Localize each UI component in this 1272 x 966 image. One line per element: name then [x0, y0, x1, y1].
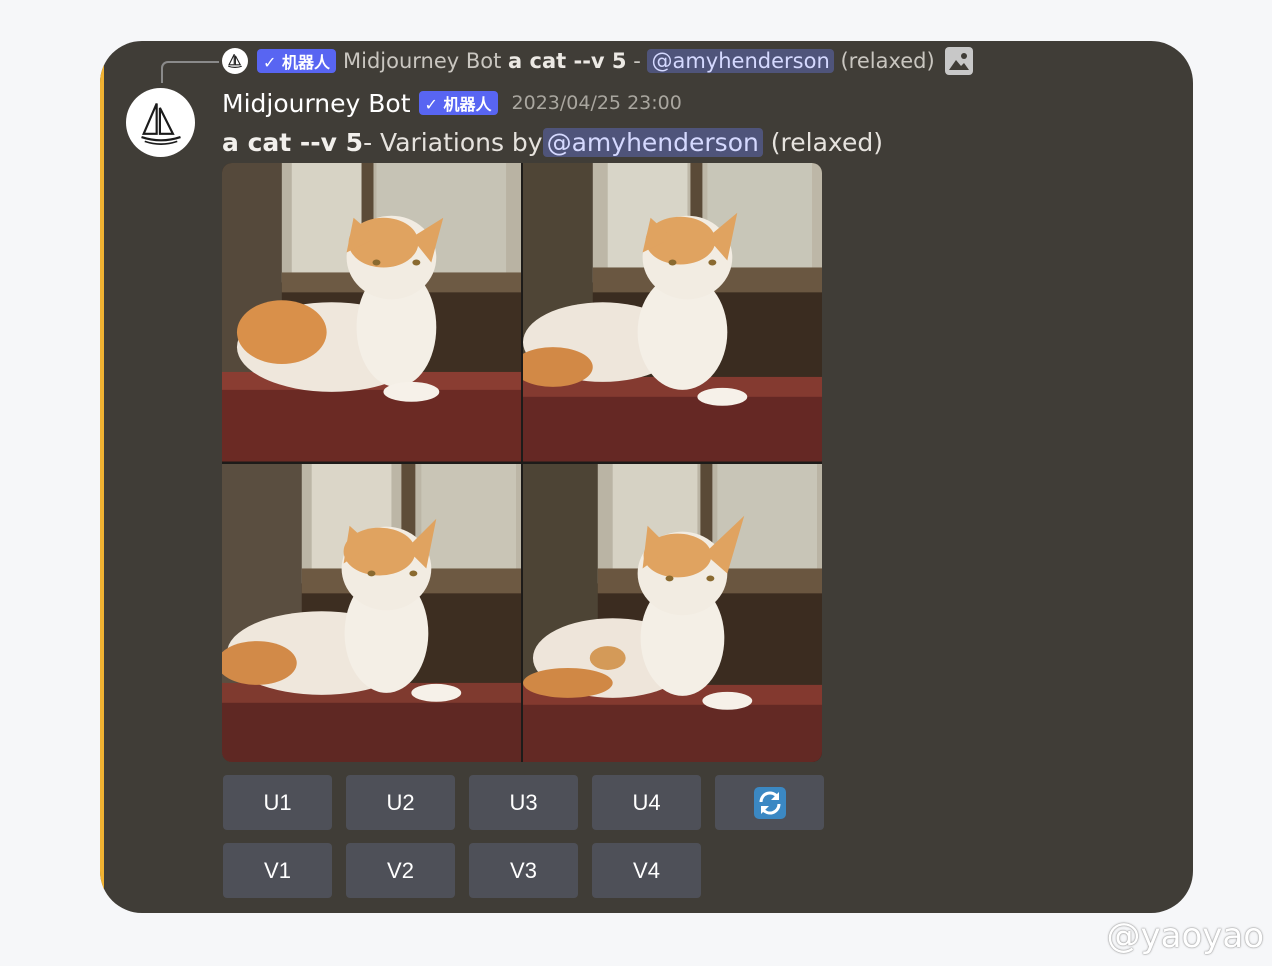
reply-mention[interactable]: @amyhenderson [647, 49, 834, 73]
image-grid[interactable] [222, 163, 822, 762]
variation-button-2[interactable]: V2 [346, 843, 455, 898]
upscale-button-4[interactable]: U4 [592, 775, 701, 830]
refresh-icon [753, 786, 786, 819]
upscale-button-1[interactable]: U1 [223, 775, 332, 830]
prompt-text: a cat --v 5 [222, 127, 364, 157]
variation-button-1[interactable]: V1 [223, 843, 332, 898]
bot-badge: ✓ 机器人 [418, 91, 498, 115]
message-content: a cat --v 5 - Variations by @amyhenderso… [222, 124, 883, 160]
reply-avatar[interactable] [222, 48, 248, 74]
reply-separator: - [626, 49, 648, 73]
sailboat-icon [228, 53, 242, 68]
variation-button-3[interactable]: V3 [469, 843, 578, 898]
cat-image-2[interactable] [523, 163, 822, 462]
reply-connector [161, 61, 219, 83]
reply-preview[interactable]: ✓ 机器人 Midjourney Bot a cat --v 5 - @amyh… [222, 45, 973, 77]
bot-badge: ✓ 机器人 [257, 49, 336, 73]
upscale-button-3[interactable]: U3 [469, 775, 578, 830]
variations-text: - Variations by [363, 127, 543, 157]
upscale-button-2[interactable]: U2 [346, 775, 455, 830]
message-header: Midjourney Bot ✓ 机器人 2023/04/25 23:00 [222, 86, 682, 120]
mode-text: (relaxed) [770, 127, 883, 157]
reroll-button[interactable] [715, 775, 824, 830]
author-name[interactable]: Midjourney Bot [222, 89, 411, 118]
reply-author[interactable]: Midjourney Bot [343, 49, 501, 73]
cat-image-3[interactable] [222, 463, 521, 762]
reply-mode: (relaxed) [840, 49, 935, 73]
variation-button-4[interactable]: V4 [592, 843, 701, 898]
bot-avatar[interactable] [126, 88, 195, 157]
user-mention[interactable]: @amyhenderson [542, 127, 763, 157]
cat-image-4[interactable] [523, 463, 822, 762]
image-icon [944, 47, 973, 75]
reply-text[interactable]: Midjourney Bot a cat --v 5 - @amyhenders… [343, 49, 935, 73]
reply-prompt: a cat --v 5 [508, 49, 627, 73]
sailboat-icon [140, 102, 181, 145]
timestamp: 2023/04/25 23:00 [511, 92, 682, 114]
cat-image-1[interactable] [222, 163, 521, 462]
watermark: @yaoyao [1106, 916, 1264, 956]
